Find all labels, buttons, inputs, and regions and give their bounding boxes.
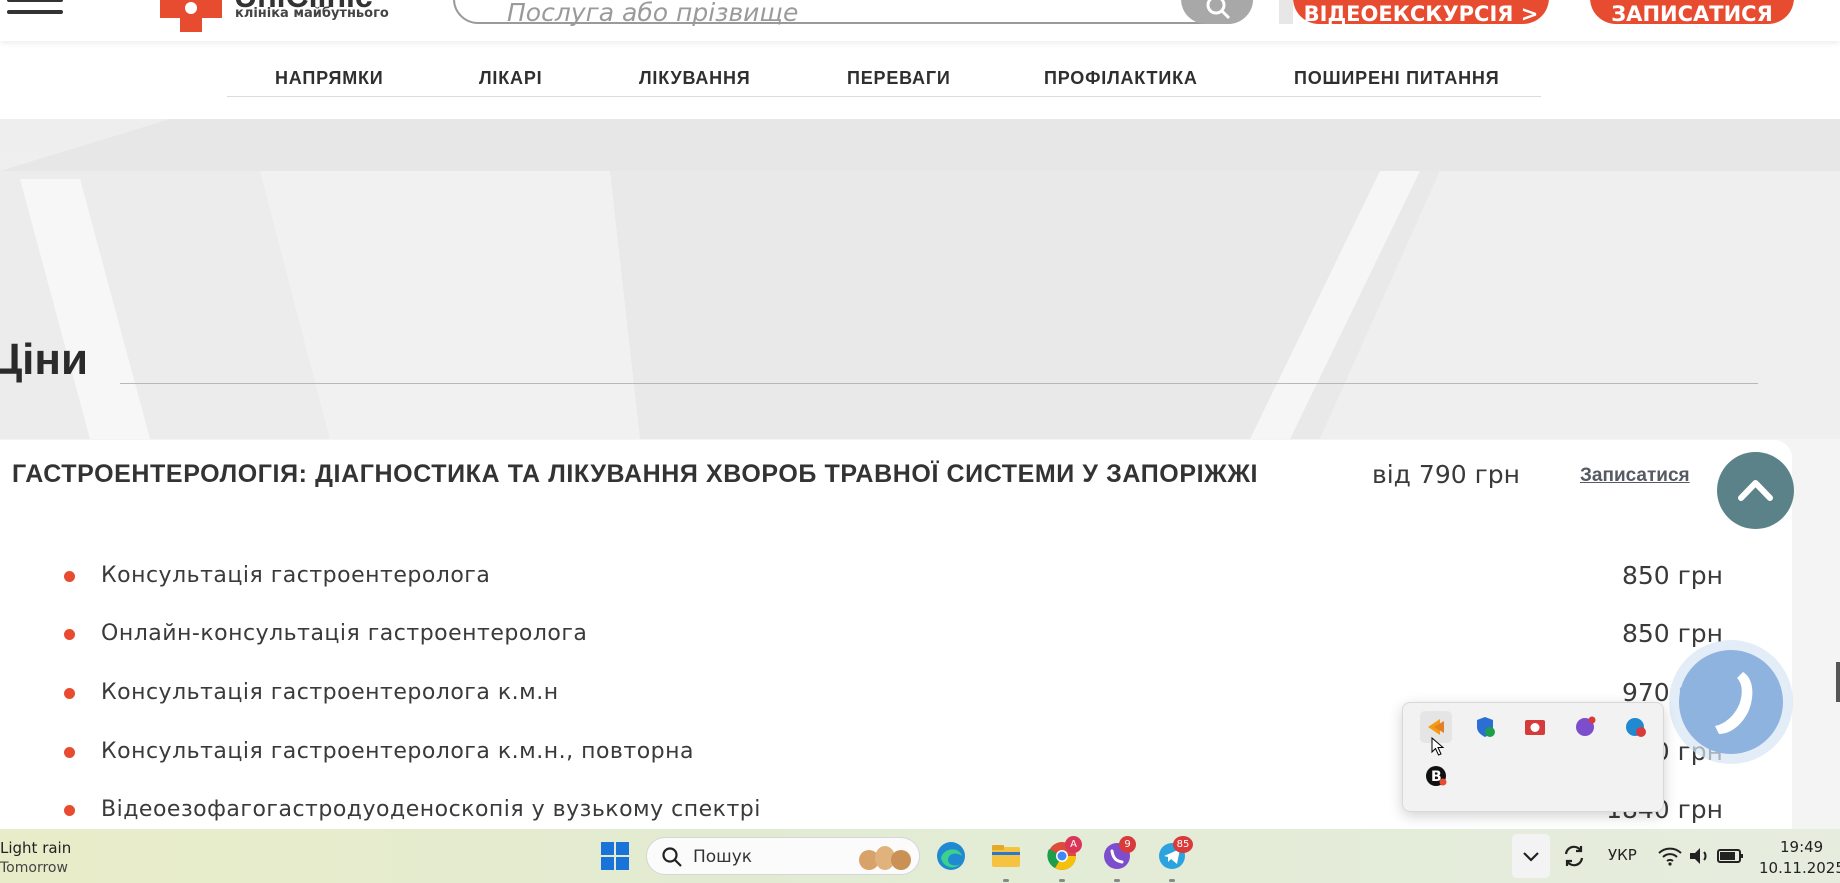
service-row: Онлайн-консультація гастроентеролога 850… [0,615,1792,655]
logo-tagline: клініка майбутнього [235,6,389,21]
search-highlight-icon [859,846,911,870]
chevron-up-icon [1738,480,1773,501]
service-name: Онлайн-консультація гастроентеролога [101,621,588,646]
volume-icon[interactable] [1684,840,1716,872]
file-explorer-icon[interactable] [990,840,1022,872]
page-title: Ціни [0,335,88,384]
chevron-down-icon [1523,852,1539,862]
section-nav: НАПРЯМКИ ЛІКАРІ ЛІКУВАННЯ ПЕРЕВАГИ ПРОФІ… [0,41,1840,119]
bullet-icon [64,571,75,582]
viber-running-indicator [1114,879,1120,882]
search-icon [1206,0,1231,20]
taskbar-search[interactable]: Пошук [646,837,920,875]
clock-date[interactable]: 10.11.2025 [1759,859,1840,877]
search-button[interactable] [1181,0,1253,24]
wifi-icon[interactable] [1654,840,1686,872]
viber-unread-badge: 9 [1119,836,1136,853]
prices-hero: Ціни [0,119,1840,439]
search-box[interactable]: Послуга або прізвище [453,0,1253,27]
hero-background-shapes [0,119,1840,439]
service-price: 850 грн [1621,561,1723,590]
sync-icon[interactable] [1558,840,1590,872]
bullet-icon [64,688,75,699]
subnav-doctors[interactable]: ЛІКАРІ [479,68,542,89]
taskbar-search-label: Пошук [693,847,753,867]
page-scrollbar-thumb[interactable] [1836,662,1840,702]
subnav-prevention[interactable]: ПРОФІЛАКТИКА [1044,68,1198,89]
viber-tray-icon[interactable] [1569,711,1601,743]
service-name: Консультація гастроентеролога к.м.н., по… [101,739,694,764]
subnav-directions[interactable]: НАПРЯМКИ [275,68,384,89]
weather-condition[interactable]: Light rain [0,839,71,857]
bullet-icon [64,629,75,640]
chrome-running-indicator [1059,879,1065,882]
service-row: Консультація гастроентеролога 850 грн [0,557,1792,597]
price-from: від 790 грн [1372,460,1520,489]
subnav-treatment[interactable]: ЛІКУВАННЯ [639,68,751,89]
b-app-icon[interactable]: B [1420,760,1452,792]
price-card-title[interactable]: ГАСТРОЕНТЕРОЛОГІЯ: ДІАГНОСТИКА ТА ЛІКУВА… [12,460,1258,489]
explorer-running-indicator [1003,879,1009,882]
menu-burger-icon[interactable] [7,0,63,24]
weather-day[interactable]: Tomorrow [0,860,68,876]
mouse-cursor-icon [1431,737,1445,756]
subnav-advantages[interactable]: ПЕРЕВАГИ [847,68,951,89]
title-divider [120,383,1758,384]
start-windows-icon[interactable] [599,840,631,872]
defender-shield-icon[interactable] [1469,711,1501,743]
edge-icon[interactable] [935,840,967,872]
call-button[interactable] [1669,640,1793,764]
telegram-running-indicator [1169,879,1175,882]
bullet-icon [64,747,75,758]
camera-app-icon[interactable] [1519,711,1551,743]
header-separator [1279,0,1293,24]
tray-overflow-button[interactable] [1512,834,1550,878]
bullet-icon [64,805,75,816]
service-name: Відеоезофагогастродуоденоскопія у вузько… [101,797,761,822]
clock-time[interactable]: 19:49 [1780,838,1823,856]
signup-button[interactable]: ЗАПИСАТИСЯ [1590,0,1794,26]
telegram-unread-badge: 85 [1173,836,1193,853]
tray-overflow-popup: B [1402,702,1664,812]
subnav-faq[interactable]: ПОШИРЕНІ ПИТАННЯ [1294,68,1499,89]
logo-cross-icon[interactable] [160,0,222,32]
service-name: Консультація гастроентеролога [101,563,491,588]
scroll-to-top-button[interactable] [1717,452,1794,529]
search-icon [662,847,682,867]
phone-icon [1715,672,1753,734]
site-header: UniClinic клініка майбутнього Послуга аб… [0,0,1840,41]
search-input[interactable]: Послуга або прізвище [507,0,798,27]
windows-taskbar: Light rain Tomorrow Пошук A 9 85 УКР 19:… [0,829,1840,883]
price-card-signup-link[interactable]: Записатися [1580,465,1690,487]
video-tour-button[interactable]: ВІДЕОЕКСКУРСІЯ > [1293,0,1549,26]
edge-tray-icon[interactable] [1619,711,1651,743]
chrome-profile-badge: A [1065,836,1082,853]
battery-icon[interactable] [1714,840,1746,872]
input-language[interactable]: УКР [1608,846,1637,864]
service-name: Консультація гастроентеролога к.м.н [101,680,559,705]
